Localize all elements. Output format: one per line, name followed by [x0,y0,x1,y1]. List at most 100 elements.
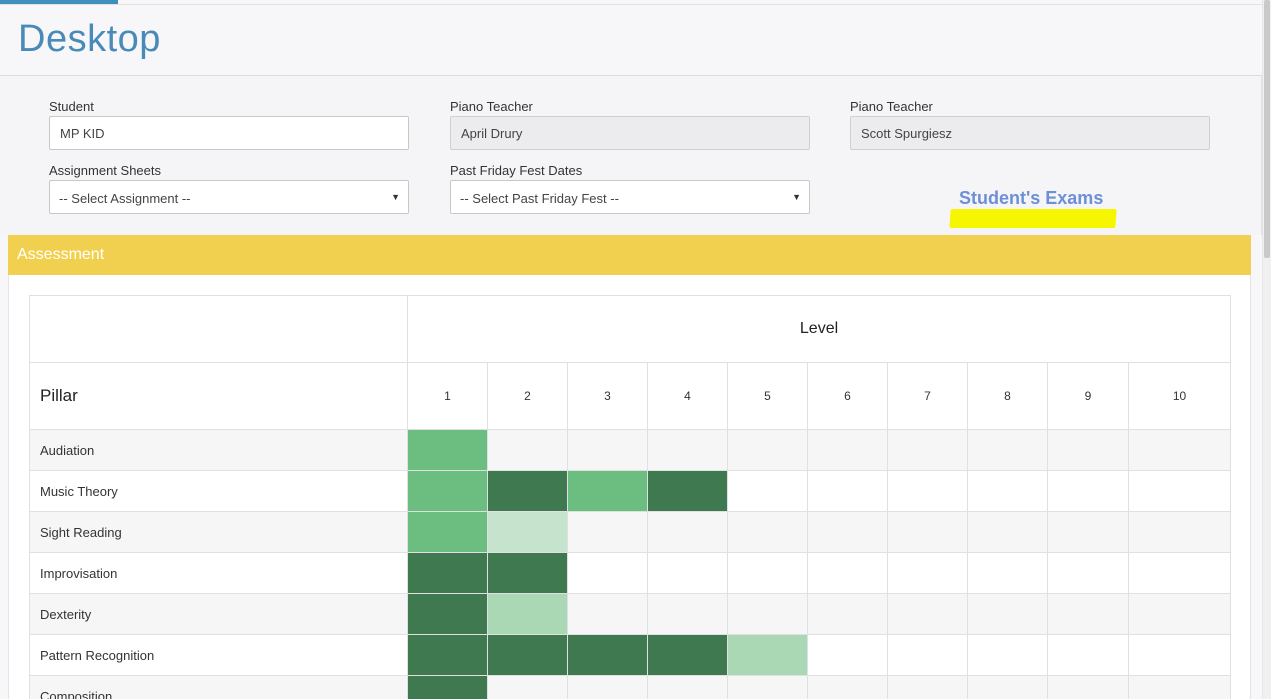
level-cell-8[interactable] [967,470,1048,512]
level-cell-6[interactable] [807,634,888,676]
level-cell-9[interactable] [1047,634,1129,676]
level-number-10: 10 [1127,362,1232,430]
level-number-8: 8 [967,362,1048,430]
level-cell-8[interactable] [967,429,1048,471]
level-cell-10[interactable] [1127,552,1232,594]
level-cell-1[interactable] [407,429,488,471]
students-exams-link[interactable]: Student's Exams [959,188,1103,209]
level-cell-7[interactable] [887,634,968,676]
level-cell-1[interactable] [407,552,488,594]
level-cell-3[interactable] [567,634,648,676]
level-cell-10[interactable] [1127,470,1232,512]
level-cell-8[interactable] [967,552,1048,594]
friday-fest-select[interactable]: -- Select Past Friday Fest -- ▼ [450,180,810,214]
level-cell-9[interactable] [1047,675,1129,699]
level-cell-5[interactable] [727,552,808,594]
caret-down-icon: ▼ [792,192,801,202]
level-cell-5[interactable] [727,511,808,553]
level-number-2: 2 [487,362,568,430]
pillar-name: Audiation [29,429,408,471]
level-cell-3[interactable] [567,593,648,635]
assignment-select[interactable]: -- Select Assignment -- ▼ [49,180,409,214]
level-cell-10[interactable] [1127,511,1232,553]
scrollbar-thumb[interactable] [1264,0,1270,258]
level-cell-6[interactable] [807,552,888,594]
level-cell-4[interactable] [647,470,728,512]
level-cell-5[interactable] [727,675,808,699]
piano-teacher-2-field: Scott Spurgiesz [850,116,1210,150]
level-cell-9[interactable] [1047,511,1129,553]
assignment-select-value: -- Select Assignment -- [59,191,191,206]
level-cell-5[interactable] [727,470,808,512]
level-cell-6[interactable] [807,470,888,512]
pillar-row: Composition [29,675,1232,699]
level-cell-4[interactable] [647,429,728,471]
level-number-9: 9 [1047,362,1129,430]
level-cell-7[interactable] [887,429,968,471]
pillar-name: Composition [29,675,408,699]
level-cell-2[interactable] [487,511,568,553]
level-cell-10[interactable] [1127,634,1232,676]
level-cell-9[interactable] [1047,470,1129,512]
yellow-highlight-mark [949,209,1117,228]
level-number-7: 7 [887,362,968,430]
pillar-name: Sight Reading [29,511,408,553]
level-cell-2[interactable] [487,634,568,676]
student-input[interactable]: MP KID [49,116,409,150]
assessment-header [8,235,1251,275]
level-cell-1[interactable] [407,470,488,512]
level-cell-8[interactable] [967,511,1048,553]
level-cell-3[interactable] [567,552,648,594]
level-cell-10[interactable] [1127,429,1232,471]
level-cell-3[interactable] [567,429,648,471]
level-cell-8[interactable] [967,675,1048,699]
level-cell-2[interactable] [487,675,568,699]
pillar-row: Dexterity [29,593,1232,635]
pillar-name: Music Theory [29,470,408,512]
level-cell-2[interactable] [487,552,568,594]
level-cell-7[interactable] [887,511,968,553]
level-cell-10[interactable] [1127,675,1232,699]
level-cell-3[interactable] [567,470,648,512]
student-label: Student [49,99,94,114]
level-cell-6[interactable] [807,593,888,635]
pillar-row: Improvisation [29,552,1232,594]
level-cell-2[interactable] [487,470,568,512]
level-cell-4[interactable] [647,593,728,635]
assessment-grid: Level Pillar 1 2 3 4 5 6 7 8 9 10 Audiation Music … [29,295,1232,699]
level-cell-8[interactable] [967,593,1048,635]
pillar-row: Sight Reading [29,511,1232,553]
level-cell-1[interactable] [407,511,488,553]
level-cell-7[interactable] [887,470,968,512]
pillar-row: Pattern Recognition [29,634,1232,676]
level-cell-9[interactable] [1047,429,1129,471]
level-number-5: 5 [727,362,808,430]
level-cell-2[interactable] [487,429,568,471]
level-cell-7[interactable] [887,552,968,594]
level-cell-7[interactable] [887,675,968,699]
assignment-sheets-label: Assignment Sheets [49,163,162,178]
level-cell-4[interactable] [647,511,728,553]
level-cell-5[interactable] [727,429,808,471]
level-cell-3[interactable] [567,675,648,699]
level-cell-6[interactable] [807,429,888,471]
level-cell-4[interactable] [647,675,728,699]
level-cell-2[interactable] [487,593,568,635]
level-cell-10[interactable] [1127,593,1232,635]
friday-fest-label: Past Friday Fest Dates [450,163,583,178]
level-cell-1[interactable] [407,675,488,699]
level-cell-1[interactable] [407,593,488,635]
level-cell-5[interactable] [727,634,808,676]
level-number-6: 6 [807,362,888,430]
level-cell-9[interactable] [1047,593,1129,635]
level-cell-9[interactable] [1047,552,1129,594]
level-cell-4[interactable] [647,552,728,594]
level-cell-6[interactable] [807,675,888,699]
level-cell-3[interactable] [567,511,648,553]
level-cell-7[interactable] [887,593,968,635]
level-cell-5[interactable] [727,593,808,635]
level-cell-6[interactable] [807,511,888,553]
level-cell-4[interactable] [647,634,728,676]
level-cell-8[interactable] [967,634,1048,676]
level-cell-1[interactable] [407,634,488,676]
